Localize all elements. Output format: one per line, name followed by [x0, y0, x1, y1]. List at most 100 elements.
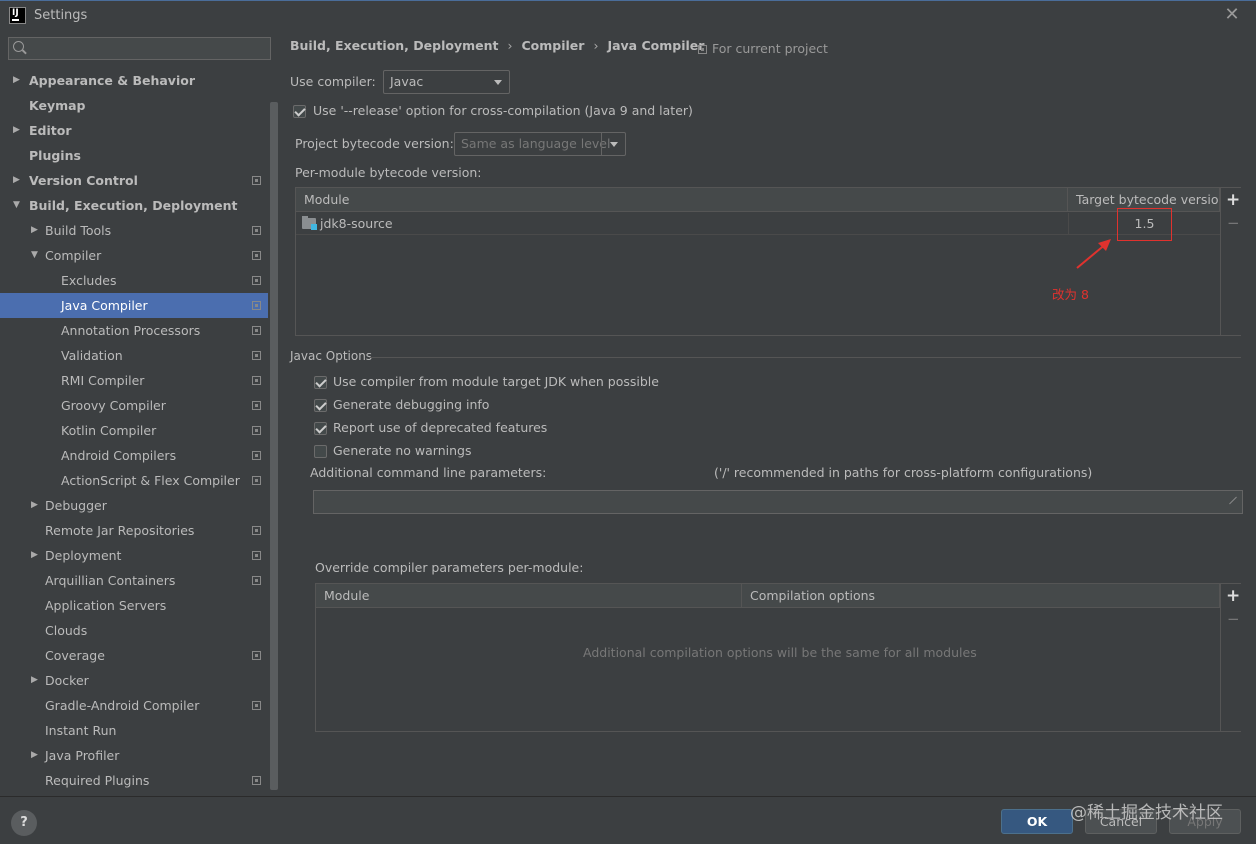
project-scope-icon — [252, 376, 261, 385]
sidebar-item-label: Keymap — [29, 98, 86, 113]
breadcrumb-separator: › — [593, 38, 599, 53]
add-icon[interactable]: + — [1226, 586, 1240, 606]
expand-icon[interactable] — [1227, 496, 1237, 506]
project-scope-icon — [252, 351, 261, 360]
settings-sidebar: ▶ Appearance & Behavior Keymap ▶ Editor Plugi… — [0, 32, 279, 796]
chevron-right-icon[interactable]: ▶ — [31, 543, 38, 568]
sidebar-item-label: Validation — [61, 348, 123, 363]
sidebar-item-label: Appearance & Behavior — [29, 73, 195, 88]
no-warnings-checkbox[interactable] — [314, 445, 327, 458]
additional-params-label: Additional command line parameters: — [310, 465, 547, 480]
sidebar-item-keymap[interactable]: Keymap — [0, 93, 268, 118]
override-label: Override compiler parameters per-module: — [315, 560, 584, 575]
sidebar-item-label: ActionScript & Flex Compiler — [61, 473, 240, 488]
module-target-jdk-checkbox[interactable] — [314, 376, 327, 389]
additional-params-hint: ('/' recommended in paths for cross-plat… — [714, 465, 1093, 480]
module-name: jdk8-source — [320, 216, 393, 231]
settings-tree: ▶ Appearance & Behavior Keymap ▶ Editor Plugi… — [0, 68, 268, 793]
sidebar-item-label: Annotation Processors — [61, 323, 201, 338]
remove-icon[interactable]: − — [1227, 214, 1240, 232]
sidebar-scrollbar[interactable] — [270, 102, 278, 790]
chevron-down-icon[interactable]: ▼ — [13, 193, 20, 218]
chevron-right-icon[interactable]: ▶ — [31, 743, 38, 768]
sidebar-item-build-execution-deployment[interactable]: ▼ Build, Execution, Deployment — [0, 193, 268, 218]
sidebar-item-remote-jar-repositories[interactable]: Remote Jar Repositories — [0, 518, 268, 543]
sidebar-item-editor[interactable]: ▶ Editor — [0, 118, 268, 143]
use-compiler-value: Javac — [390, 74, 424, 89]
override-table: Module Compilation options Additional co… — [315, 583, 1242, 732]
remove-icon[interactable]: − — [1227, 610, 1240, 628]
sidebar-item-java-profiler[interactable]: ▶ Java Profiler — [0, 743, 268, 768]
ok-button[interactable]: OK — [1001, 809, 1073, 834]
search-box[interactable] — [8, 37, 271, 60]
sidebar-item-android-compilers[interactable]: Android Compilers — [0, 443, 268, 468]
sidebar-item-build-tools[interactable]: ▶ Build Tools — [0, 218, 268, 243]
sidebar-item-docker[interactable]: ▶ Docker — [0, 668, 268, 693]
sidebar-item-kotlin-compiler[interactable]: Kotlin Compiler — [0, 418, 268, 443]
sidebar-item-compiler[interactable]: ▼ Compiler — [0, 243, 268, 268]
project-scope-icon — [252, 551, 261, 560]
title-bar: IJ Settings ✕ — [0, 0, 1256, 32]
sidebar-item-label: Build Tools — [45, 223, 112, 238]
sidebar-item-gradle-android-compiler[interactable]: Gradle-Android Compiler — [0, 693, 268, 718]
column-header-module[interactable]: Module — [296, 188, 1068, 212]
sidebar-item-label: Debugger — [45, 498, 107, 513]
sidebar-item-arquillian-containers[interactable]: Arquillian Containers — [0, 568, 268, 593]
chevron-right-icon[interactable]: ▶ — [13, 68, 20, 93]
add-icon[interactable]: + — [1226, 190, 1240, 210]
sidebar-item-required-plugins[interactable]: Required Plugins — [0, 768, 268, 793]
sidebar-item-label: Docker — [45, 673, 89, 688]
settings-content: Build, Execution, Deployment › Compiler › Ja… — [279, 32, 1256, 796]
sidebar-item-rmi-compiler[interactable]: RMI Compiler — [0, 368, 268, 393]
project-scope-icon — [252, 301, 261, 310]
sidebar-item-version-control[interactable]: ▶ Version Control — [0, 168, 268, 193]
chevron-right-icon[interactable]: ▶ — [13, 168, 20, 193]
combo-separator — [601, 133, 602, 155]
column-header-module[interactable]: Module — [316, 584, 742, 608]
sidebar-item-deployment[interactable]: ▶ Deployment — [0, 543, 268, 568]
sidebar-item-plugins[interactable]: Plugins — [0, 143, 268, 168]
debugging-info-checkbox[interactable] — [314, 399, 327, 412]
debugging-info-label: Generate debugging info — [333, 397, 490, 412]
search-icon — [13, 41, 24, 52]
sidebar-item-label: Java Profiler — [45, 748, 120, 763]
chevron-right-icon[interactable]: ▶ — [31, 218, 38, 243]
sidebar-item-coverage[interactable]: Coverage — [0, 643, 268, 668]
chevron-right-icon[interactable]: ▶ — [31, 493, 38, 518]
sidebar-item-actionscript-flex-compiler[interactable]: ActionScript & Flex Compiler — [0, 468, 268, 493]
for-project-label: For current project — [712, 41, 828, 56]
sidebar-item-instant-run[interactable]: Instant Run — [0, 718, 268, 743]
use-compiler-dropdown[interactable]: Javac — [383, 70, 510, 94]
use-compiler-label: Use compiler: — [290, 74, 376, 89]
sidebar-item-validation[interactable]: Validation — [0, 343, 268, 368]
close-icon[interactable]: ✕ — [1222, 4, 1242, 25]
help-button[interactable]: ? — [11, 810, 37, 836]
additional-params-input[interactable] — [313, 490, 1243, 514]
watermark: @稀土掘金技术社区 — [1070, 803, 1223, 823]
search-input[interactable] — [31, 40, 267, 57]
chevron-right-icon[interactable]: ▶ — [31, 668, 38, 693]
sidebar-item-debugger[interactable]: ▶ Debugger — [0, 493, 268, 518]
no-warnings-label: Generate no warnings — [333, 443, 472, 458]
sidebar-item-appearance-behavior[interactable]: ▶ Appearance & Behavior — [0, 68, 268, 93]
release-option-checkbox[interactable] — [293, 105, 306, 118]
chevron-down-icon[interactable]: ▼ — [31, 243, 38, 268]
sidebar-item-annotation-processors[interactable]: Annotation Processors — [0, 318, 268, 343]
project-scope-icon — [252, 651, 261, 660]
breadcrumb-item: Java Compiler — [607, 38, 705, 53]
column-header-compilation-options[interactable]: Compilation options — [742, 584, 1220, 608]
project-bytecode-dropdown[interactable]: Same as language level — [454, 132, 626, 156]
sidebar-item-java-compiler[interactable]: Java Compiler — [0, 293, 268, 318]
sidebar-item-groovy-compiler[interactable]: Groovy Compiler — [0, 393, 268, 418]
dialog-footer: ? OK Cancel Apply @稀土掘金技术社区 — [0, 796, 1256, 844]
sidebar-item-application-servers[interactable]: Application Servers — [0, 593, 268, 618]
sidebar-item-excludes[interactable]: Excludes — [0, 268, 268, 293]
sidebar-item-label: RMI Compiler — [61, 373, 145, 388]
deprecated-features-checkbox[interactable] — [314, 422, 327, 435]
chevron-right-icon[interactable]: ▶ — [13, 118, 20, 143]
sidebar-item-clouds[interactable]: Clouds — [0, 618, 268, 643]
deprecated-features-label: Report use of deprecated features — [333, 420, 548, 435]
breadcrumb: Build, Execution, Deployment › Compiler › Ja… — [290, 38, 704, 53]
project-scope-icon — [252, 776, 261, 785]
table-row[interactable]: jdk8-source — [296, 213, 1068, 235]
